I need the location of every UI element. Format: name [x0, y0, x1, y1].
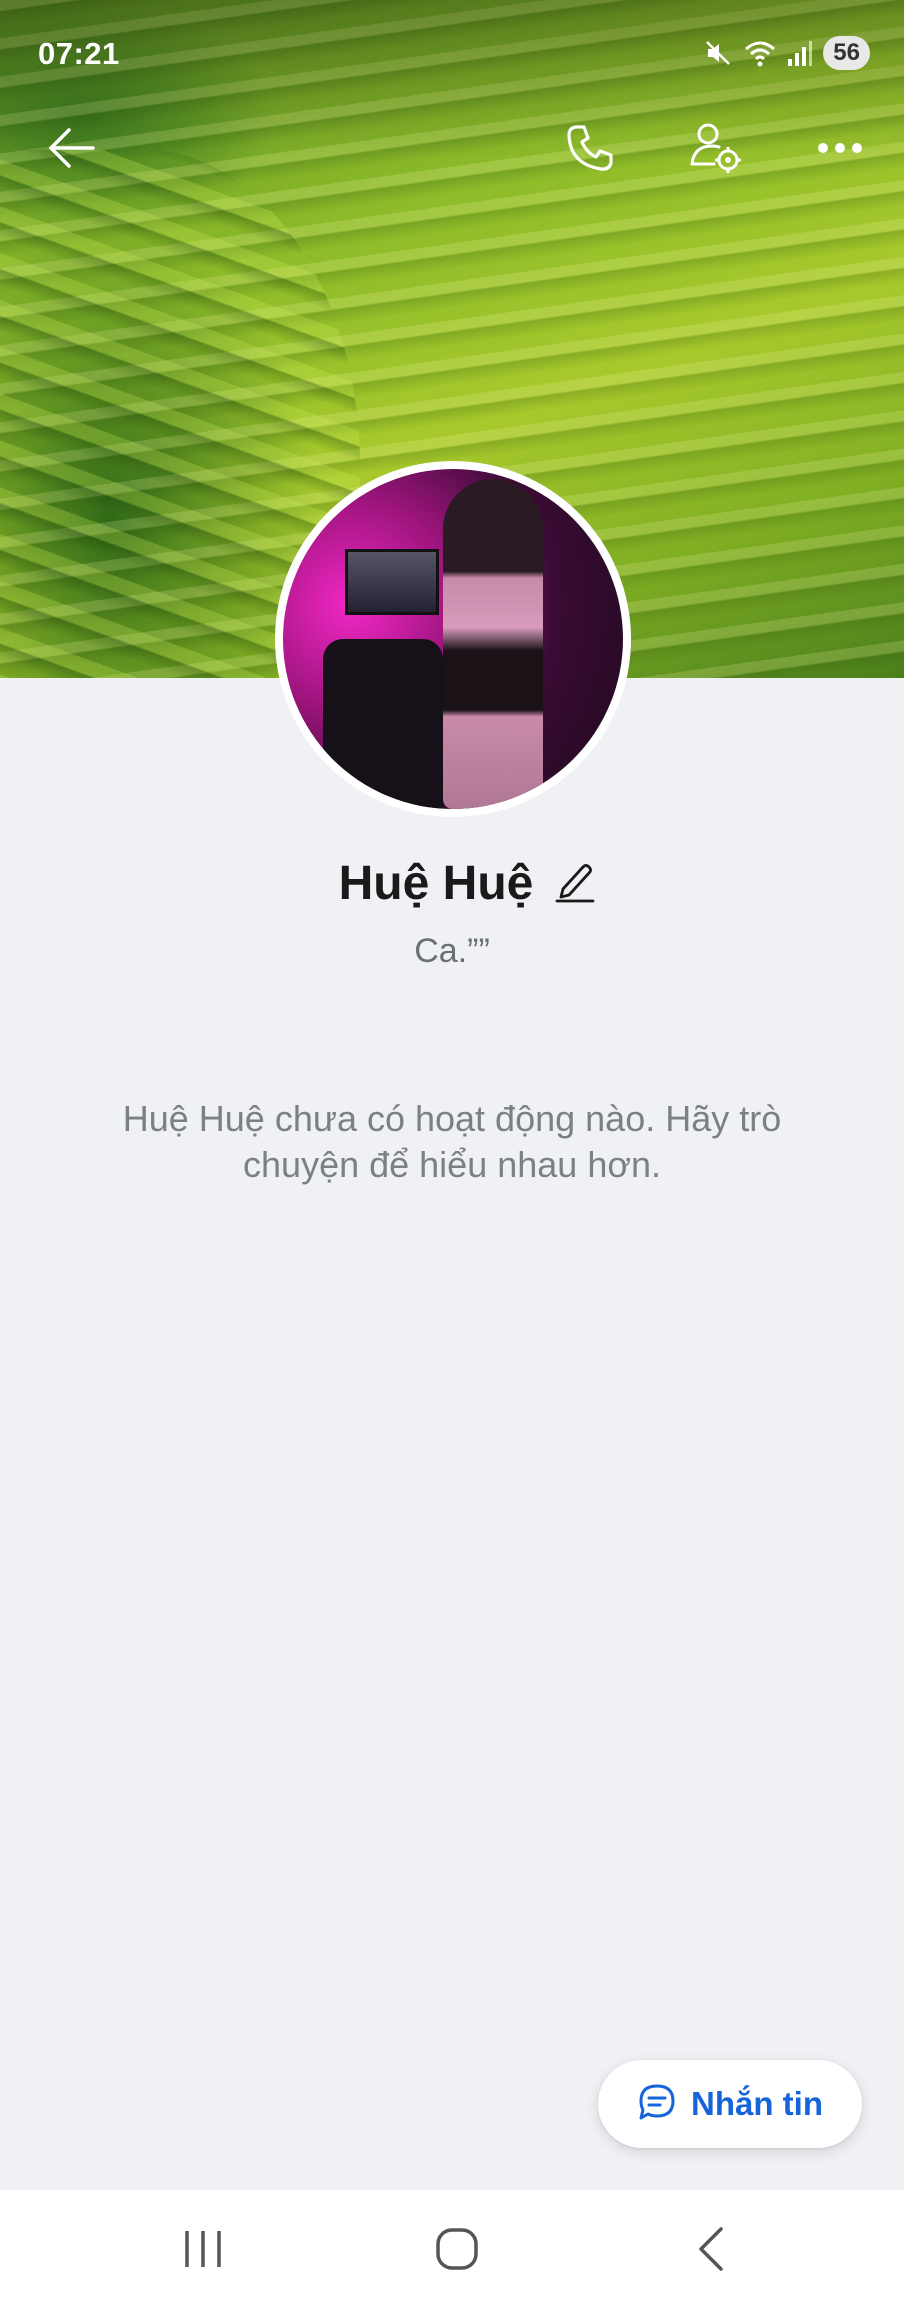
- profile-status: Ca.””: [414, 932, 490, 970]
- status-time: 07:21: [38, 36, 120, 71]
- avatar-photo-person: [443, 479, 543, 809]
- recent-apps-icon: [181, 2227, 225, 2276]
- more-horizontal-icon: [817, 141, 863, 160]
- home-button[interactable]: [412, 2216, 502, 2286]
- home-icon: [434, 2226, 480, 2277]
- edit-name-button[interactable]: [555, 859, 595, 908]
- status-bar: 07:21 56: [0, 0, 904, 110]
- user-settings-icon: [688, 120, 744, 181]
- back-arrow-icon: [47, 126, 97, 175]
- more-button[interactable]: [808, 118, 872, 182]
- message-button[interactable]: Nhắn tin: [598, 2060, 862, 2148]
- mute-icon: [703, 38, 733, 68]
- profile-settings-button[interactable]: [684, 118, 748, 182]
- status-icons: 56: [703, 36, 870, 70]
- wifi-icon: [743, 38, 777, 68]
- back-button[interactable]: [40, 118, 104, 182]
- phone-icon: [564, 122, 616, 179]
- battery-icon: 56: [823, 36, 870, 70]
- avatar[interactable]: [275, 461, 631, 817]
- pencil-icon: [555, 859, 595, 908]
- avatar-photo-monitor: [345, 549, 439, 615]
- nav-back-button[interactable]: [666, 2216, 756, 2286]
- avatar-photo: [283, 469, 623, 809]
- chat-bubble-icon: [637, 2082, 677, 2127]
- recent-apps-button[interactable]: [158, 2216, 248, 2286]
- call-button[interactable]: [558, 118, 622, 182]
- system-nav-bar: [0, 2190, 904, 2316]
- signal-icon: [787, 39, 813, 67]
- avatar-photo-chair: [323, 639, 443, 809]
- back-icon: [693, 2225, 729, 2278]
- profile-name-row: Huệ Huệ: [0, 856, 904, 911]
- profile-page: 07:21 56 Huệ Huệ Ca.”” Huệ Huệ chưa có h…: [0, 0, 904, 2316]
- empty-activity-message: Huệ Huệ chưa có hoạt động nào. Hãy trò c…: [122, 1098, 782, 1185]
- message-button-label: Nhắn tin: [691, 2085, 823, 2122]
- profile-name: Huệ Huệ: [338, 857, 534, 910]
